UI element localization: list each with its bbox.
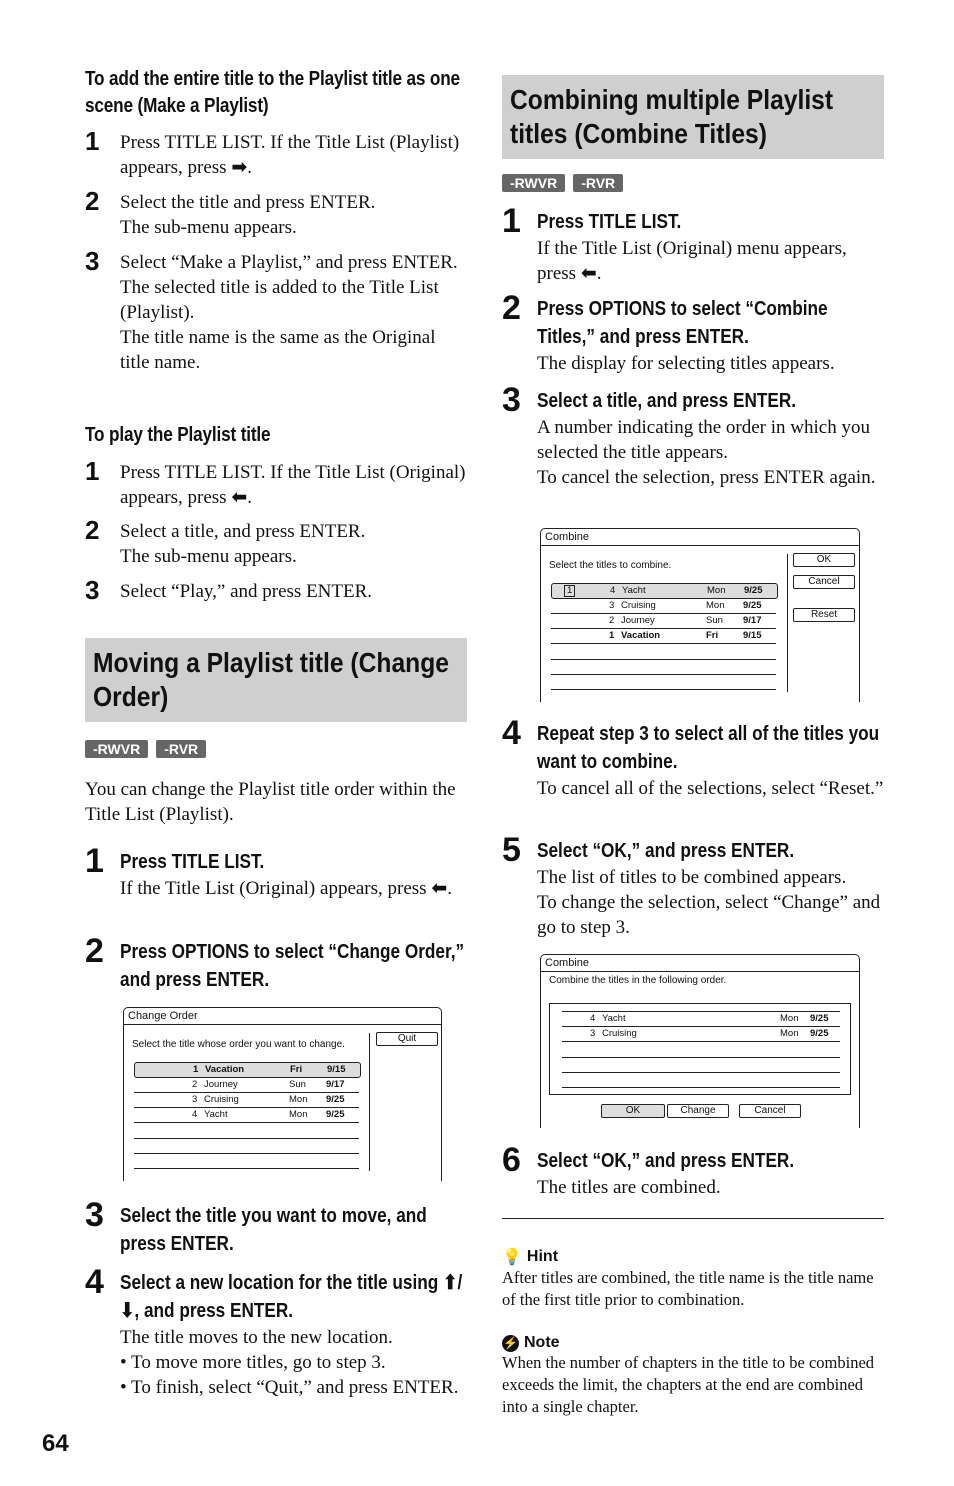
change-order-step-2: 2 Press OPTIONS to select “Change Order,… bbox=[85, 932, 465, 991]
change-button[interactable]: Change bbox=[667, 1104, 729, 1118]
note-icon: ⚡ bbox=[502, 1334, 519, 1352]
title-row[interactable]: 3 Cruising Mon 9/25 bbox=[134, 1093, 359, 1108]
title-row[interactable]: 1 Vacation Fri 9/15 bbox=[551, 629, 776, 644]
badge-rwvr: -RWVR bbox=[85, 740, 149, 758]
play-playlist-step-2: 2 Select a title, and press ENTER. The s… bbox=[85, 515, 366, 567]
change-order-step-4: 4 Select a new location for the title us… bbox=[85, 1263, 463, 1398]
title-row: 3 Cruising Mon 9/25 bbox=[562, 1027, 840, 1042]
title-row[interactable]: 2 Journey Sun 9/17 bbox=[551, 614, 776, 629]
change-order-step-1: 1 Press TITLE LIST. If the Title List (O… bbox=[85, 842, 453, 899]
divider bbox=[502, 1218, 884, 1219]
play-playlist-step-1: 1 Press TITLE LIST. If the Title List (O… bbox=[85, 456, 466, 508]
play-playlist-heading: To play the Playlist title bbox=[85, 424, 271, 446]
combine-confirm-screen: Combine Combine the titles in the follow… bbox=[540, 954, 860, 1128]
combine-select-screen: Combine Select the titles to combine. OK… bbox=[540, 528, 860, 702]
title-row[interactable]: 2 Journey Sun 9/17 bbox=[134, 1078, 359, 1093]
combine-step-2: 2 Press OPTIONS to select “Combine Title… bbox=[502, 289, 835, 374]
lightbulb-icon: 💡 bbox=[502, 1249, 522, 1266]
reset-button[interactable]: Reset bbox=[793, 608, 855, 622]
make-playlist-step-2: 2 Select the title and press ENTER. The … bbox=[85, 186, 376, 238]
right-arrow-icon: ➡ bbox=[231, 156, 248, 178]
order-mark: 1 bbox=[564, 585, 576, 597]
combine-list-box: 4 Yacht Mon 9/25 3 Cruising Mon 9/25 bbox=[549, 1003, 851, 1095]
combine-step-3: 3 Select a title, and press ENTER. A num… bbox=[502, 381, 876, 488]
cancel-button[interactable]: Cancel bbox=[793, 575, 855, 589]
title-row[interactable]: 3 Cruising Mon 9/25 bbox=[551, 599, 776, 614]
disc-badges: -RWVR -RVR bbox=[85, 740, 207, 758]
left-arrow-icon: ⬅ bbox=[580, 262, 597, 284]
title-row[interactable]: 1 4 Yacht Mon 9/25 bbox=[551, 583, 778, 599]
combine-step-6: 6 Select “OK,” and press ENTER. The titl… bbox=[502, 1141, 795, 1198]
badge-rvr: -RVR bbox=[156, 740, 207, 758]
make-playlist-step-3: 3 Select “Make a Playlist,” and press EN… bbox=[85, 246, 458, 373]
note-section: ⚡ Note When the number of chapters in the… bbox=[502, 1334, 875, 1416]
title-row[interactable]: 1 Vacation Fri 9/15 bbox=[134, 1062, 361, 1078]
title-row: 4 Yacht Mon 9/25 bbox=[562, 1012, 840, 1027]
hint-section: 💡 Hint After titles are combined, the tit… bbox=[502, 1248, 874, 1309]
change-order-banner: Moving a Playlist title (Change Order) bbox=[85, 638, 467, 722]
title-row[interactable]: 4 Yacht Mon 9/25 bbox=[134, 1108, 359, 1123]
change-order-screen: Change Order Select the title whose orde… bbox=[123, 1007, 442, 1181]
ok-button[interactable]: OK bbox=[793, 553, 855, 567]
combine-banner: Combining multiple Playlist titles (Comb… bbox=[502, 75, 884, 159]
make-playlist-step-1: 1 Press TITLE LIST. If the Title List (P… bbox=[85, 126, 460, 178]
badge-rvr: -RVR bbox=[573, 174, 624, 192]
quit-button[interactable]: Quit bbox=[376, 1032, 438, 1046]
badge-rwvr: -RWVR bbox=[502, 174, 566, 192]
combine-step-1: 1 Press TITLE LIST. If the Title List (O… bbox=[502, 202, 847, 284]
change-order-intro: You can change the Playlist title order … bbox=[85, 779, 456, 825]
left-arrow-icon: ⬅ bbox=[231, 486, 248, 508]
combine-step-5: 5 Select “OK,” and press ENTER. The list… bbox=[502, 831, 881, 938]
cancel-button[interactable]: Cancel bbox=[739, 1104, 801, 1118]
page-number: 64 bbox=[42, 1430, 69, 1457]
combine-step-4: 4 Repeat step 3 to select all of the tit… bbox=[502, 714, 884, 799]
make-playlist-heading: To add the entire title to the Playlist … bbox=[85, 68, 460, 117]
left-arrow-icon: ⬅ bbox=[431, 877, 448, 899]
ok-button[interactable]: OK bbox=[601, 1104, 665, 1118]
change-order-step-3: 3 Select the title you want to move, and… bbox=[85, 1196, 427, 1255]
disc-badges: -RWVR -RVR bbox=[502, 174, 624, 192]
play-playlist-step-3: 3 Select “Play,” and press ENTER. bbox=[85, 575, 373, 605]
